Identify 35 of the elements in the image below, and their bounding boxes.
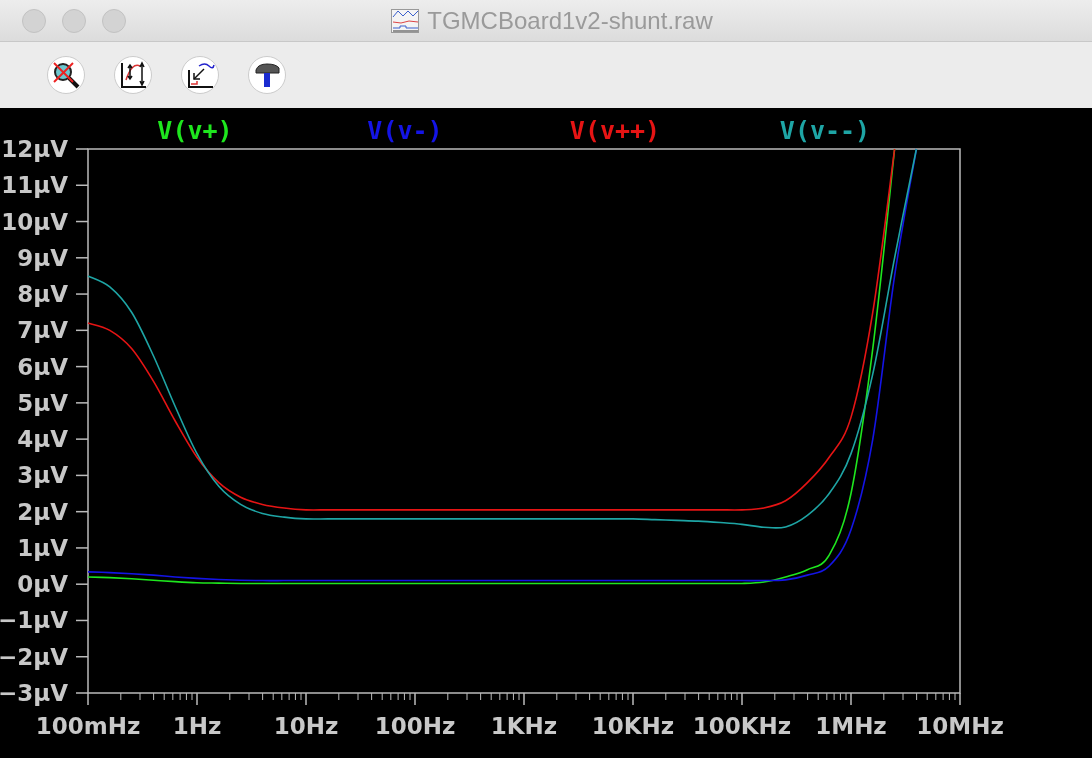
y-tick-label: 9µV (17, 244, 68, 271)
legend-label: V(v+) (157, 116, 233, 145)
y-tick-label: −3µV (0, 680, 68, 706)
y-tick-label: 12µV (1, 136, 68, 162)
y-tick-label: 3µV (17, 462, 68, 489)
zoom-back-button[interactable] (181, 56, 219, 95)
y-tick-label: 1µV (17, 534, 68, 561)
x-tick-label: 1Hz (172, 713, 222, 739)
window-title: TGMCBoard1v2-shunt.raw (427, 6, 713, 35)
x-tick-label: 100Hz (374, 713, 456, 739)
y-tick-label: −1µV (0, 607, 68, 634)
x-tick-label: 10KHz (591, 713, 675, 739)
x-tick-label: 100KHz (692, 713, 792, 739)
y-tick-label: 8µV (17, 281, 68, 308)
autorange-button[interactable] (114, 56, 152, 95)
y-tick-label: 6µV (17, 353, 68, 380)
legend-label: V(v-) (367, 116, 443, 145)
x-tick-label: 10Hz (273, 713, 339, 739)
hammer-button[interactable] (248, 56, 286, 95)
x-tick-label: 10MHz (916, 713, 1004, 739)
y-tick-label: 11µV (1, 172, 68, 199)
x-tick-label: 100mHz (35, 713, 141, 739)
legend-label: V(v--) (779, 116, 871, 145)
legend-label: V(v++) (569, 116, 661, 145)
y-tick-label: −2µV (0, 643, 68, 670)
y-tick-label: 7µV (17, 317, 68, 344)
zoom-cancel-button[interactable] (47, 56, 85, 95)
x-tick-label: 1KHz (490, 713, 558, 739)
y-tick-label: 2µV (17, 498, 68, 525)
y-tick-label: 4µV (17, 426, 68, 453)
x-tick-label: 1MHz (815, 713, 887, 739)
y-tick-label: 10µV (1, 208, 68, 235)
y-tick-label: 0µV (17, 571, 68, 598)
waveform-file-icon (391, 8, 420, 33)
y-tick-label: 5µV (17, 389, 68, 416)
